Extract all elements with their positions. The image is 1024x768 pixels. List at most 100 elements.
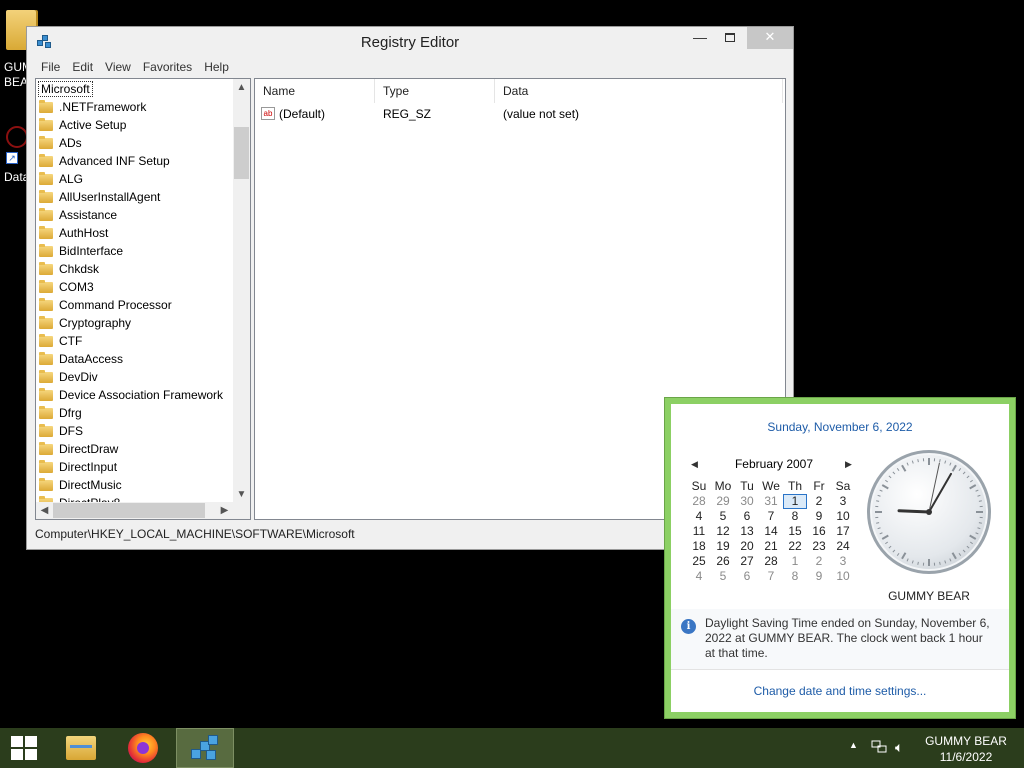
calendar-day[interactable]: 3 — [831, 554, 855, 569]
tree-key-item[interactable]: DataAccess — [38, 350, 234, 368]
taskbar-registry-editor[interactable] — [176, 728, 234, 768]
calendar-day[interactable]: 8 — [783, 569, 807, 584]
taskbar-clock[interactable]: GUMMY BEAR 11/6/2022 — [910, 733, 1022, 768]
tree-key-item[interactable]: Cryptography — [38, 314, 234, 332]
tree-horizontal-scrollbar[interactable]: ◀ ▶ — [36, 502, 250, 519]
calendar-day[interactable]: 4 — [687, 569, 711, 584]
taskbar-firefox[interactable] — [120, 728, 166, 768]
calendar-month-title[interactable]: February 2007 — [711, 457, 837, 471]
calendar-day[interactable]: 9 — [807, 569, 831, 584]
calendar-day[interactable]: 20 — [735, 539, 759, 554]
calendar-previous-icon[interactable]: ◀ — [691, 459, 698, 470]
column-header-name[interactable]: Name — [255, 79, 375, 103]
tree-root-key[interactable]: Microsoft — [38, 81, 93, 97]
calendar-day[interactable]: 10 — [831, 569, 855, 584]
scroll-up-icon[interactable]: ▲ — [233, 79, 250, 96]
tree-key-item[interactable]: Advanced INF Setup — [38, 152, 234, 170]
key-tree-pane[interactable]: Microsoft .NETFramework Active Setup ADs Ad… — [35, 78, 251, 520]
tree-horizontal-scroll-thumb[interactable] — [53, 503, 205, 518]
calendar-day[interactable]: 1 — [783, 494, 807, 509]
calendar-day[interactable]: 19 — [711, 539, 735, 554]
calendar-day[interactable]: 24 — [831, 539, 855, 554]
title-bar[interactable]: Registry Editor — ✕ — [27, 27, 793, 57]
calendar-day[interactable]: 16 — [807, 524, 831, 539]
calendar-day[interactable]: 5 — [711, 569, 735, 584]
scroll-down-icon[interactable]: ▼ — [233, 486, 250, 503]
calendar-day[interactable]: 9 — [807, 509, 831, 524]
value-row[interactable]: ab (Default) REG_SZ (value not set) — [255, 105, 785, 123]
calendar-day[interactable]: 21 — [759, 539, 783, 554]
calendar-day[interactable]: 2 — [807, 494, 831, 509]
calendar-day[interactable]: 5 — [711, 509, 735, 524]
calendar-day[interactable]: 22 — [783, 539, 807, 554]
calendar-day[interactable]: 13 — [735, 524, 759, 539]
maximize-button[interactable] — [717, 27, 743, 49]
tree-key-item[interactable]: AuthHost — [38, 224, 234, 242]
menu-help[interactable]: Help — [198, 57, 235, 77]
start-button[interactable] — [0, 728, 48, 768]
tree-key-item[interactable]: Chkdsk — [38, 260, 234, 278]
volume-icon[interactable]: 🔈︎ — [895, 739, 903, 768]
calendar-day[interactable]: 11 — [687, 524, 711, 539]
scroll-right-icon[interactable]: ▶ — [216, 502, 233, 519]
tree-key-item[interactable]: DevDiv — [38, 368, 234, 386]
calendar-day[interactable]: 14 — [759, 524, 783, 539]
tree-key-item[interactable]: DirectMusic — [38, 476, 234, 494]
menu-view[interactable]: View — [99, 57, 137, 77]
calendar-day[interactable]: 18 — [687, 539, 711, 554]
calendar-day[interactable]: 15 — [783, 524, 807, 539]
calendar-day[interactable]: 27 — [735, 554, 759, 569]
calendar-day[interactable]: 8 — [783, 509, 807, 524]
calendar-day[interactable]: 7 — [759, 509, 783, 524]
tree-key-item[interactable]: AllUserInstallAgent — [38, 188, 234, 206]
calendar-day[interactable]: 3 — [831, 494, 855, 509]
show-hidden-icons-button[interactable]: ▲ — [849, 740, 858, 768]
tree-vertical-scroll-thumb[interactable] — [234, 127, 249, 179]
tree-key-item[interactable]: COM3 — [38, 278, 234, 296]
tree-key-item[interactable]: Command Processor — [38, 296, 234, 314]
calendar-next-icon[interactable]: ▶ — [845, 459, 852, 470]
tree-key-item[interactable]: Dfrg — [38, 404, 234, 422]
calendar-day[interactable]: 2 — [807, 554, 831, 569]
menu-edit[interactable]: Edit — [66, 57, 99, 77]
scroll-left-icon[interactable]: ◀ — [36, 502, 53, 519]
close-button[interactable]: ✕ — [747, 27, 793, 49]
tree-key-item[interactable]: Assistance — [38, 206, 234, 224]
tree-key-item[interactable]: DirectInput — [38, 458, 234, 476]
tree-key-item[interactable]: .NETFramework — [38, 98, 234, 116]
menu-favorites[interactable]: Favorites — [137, 57, 198, 77]
calendar-day[interactable]: 10 — [831, 509, 855, 524]
full-date-link[interactable]: Sunday, November 6, 2022 — [671, 420, 1009, 434]
calendar-day[interactable]: 31 — [759, 494, 783, 509]
network-icon[interactable] — [871, 740, 887, 754]
tree-key-item[interactable]: ALG — [38, 170, 234, 188]
taskbar-file-explorer[interactable] — [58, 728, 104, 768]
calendar-day[interactable]: 7 — [759, 569, 783, 584]
tree-key-item[interactable]: Active Setup — [38, 116, 234, 134]
tree-key-item[interactable]: DirectDraw — [38, 440, 234, 458]
column-header-data[interactable]: Data — [495, 79, 783, 103]
tree-key-item[interactable]: DFS — [38, 422, 234, 440]
menu-file[interactable]: File — [35, 57, 66, 77]
calendar-day[interactable]: 17 — [831, 524, 855, 539]
column-header-type[interactable]: Type — [375, 79, 495, 103]
calendar-day[interactable]: 28 — [687, 494, 711, 509]
calendar-day[interactable]: 12 — [711, 524, 735, 539]
tree-key-item[interactable]: ADs — [38, 134, 234, 152]
calendar-day[interactable]: 30 — [735, 494, 759, 509]
calendar-day[interactable]: 6 — [735, 569, 759, 584]
tree-vertical-scrollbar[interactable]: ▲ ▼ — [233, 79, 250, 503]
change-date-time-settings-link[interactable]: Change date and time settings... — [671, 684, 1009, 698]
calendar-day[interactable]: 28 — [759, 554, 783, 569]
calendar-day[interactable]: 1 — [783, 554, 807, 569]
tree-key-item[interactable]: Device Association Framework — [38, 386, 234, 404]
calendar-day[interactable]: 4 — [687, 509, 711, 524]
calendar-day[interactable]: 23 — [807, 539, 831, 554]
tree-key-item[interactable]: BidInterface — [38, 242, 234, 260]
calendar-day[interactable]: 6 — [735, 509, 759, 524]
tree-key-item[interactable]: CTF — [38, 332, 234, 350]
calendar-day[interactable]: 25 — [687, 554, 711, 569]
minimize-button[interactable]: — — [687, 27, 713, 49]
calendar-day[interactable]: 29 — [711, 494, 735, 509]
calendar-day[interactable]: 26 — [711, 554, 735, 569]
